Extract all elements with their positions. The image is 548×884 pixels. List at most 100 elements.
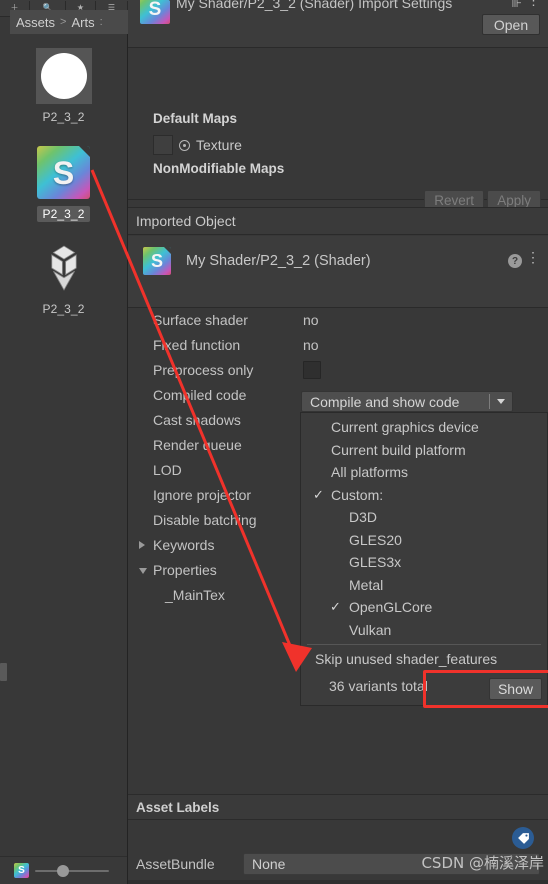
default-maps-section: Default Maps Texture NonModifiable Maps … — [128, 48, 548, 210]
menu-item-label: Current graphics device — [331, 419, 479, 436]
property-child-label: _MainTex — [165, 587, 225, 603]
menu-item-d3d[interactable]: D3D — [301, 506, 547, 529]
menu-item-vulkan[interactable]: Vulkan — [301, 619, 547, 642]
property-label: Preprocess only — [153, 362, 254, 378]
compiled-code-popup-menu[interactable]: Current graphics device Current build pl… — [300, 412, 548, 706]
object-header: S My Shader/P2_3_2 (Shader) ? ⋮ — [128, 236, 548, 308]
shader-file-icon: S — [143, 247, 171, 275]
breadcrumb-root[interactable]: Assets — [16, 15, 55, 30]
table-row: Preprocess only — [128, 359, 548, 384]
menu-item-metal[interactable]: Metal — [301, 574, 547, 597]
chevron-right-icon[interactable] — [139, 541, 145, 549]
menu-item-label: GLES20 — [349, 531, 402, 548]
menu-item-openglcore[interactable]: ✓ OpenGLCore — [301, 596, 547, 619]
property-label: Ignore projector — [153, 487, 252, 503]
importer-header: My Shader/P2_3_2 (Shader) Import Setting… — [128, 0, 548, 48]
menu-item-label: D3D — [349, 509, 378, 526]
menu-item-skip-unused-shader-features[interactable]: Skip unused shader_features — [301, 648, 547, 671]
breadcrumb-trailing: : — [99, 16, 103, 28]
texture-label: Texture — [196, 137, 242, 153]
asset-item-shader[interactable]: S P2_3_2 — [0, 136, 127, 232]
project-footer: S — [0, 856, 127, 884]
menu-item-gles3x[interactable]: GLES3x — [301, 551, 547, 574]
open-button[interactable]: Open — [482, 14, 540, 35]
slider-track — [35, 869, 109, 872]
object-picker-icon[interactable] — [179, 139, 190, 151]
menu-item-gles20[interactable]: GLES20 — [301, 529, 547, 552]
default-texture-row[interactable]: Texture — [153, 135, 242, 155]
object-title: My Shader/P2_3_2 (Shader) — [186, 253, 371, 269]
breadcrumb-child[interactable]: Arts — [71, 15, 94, 30]
shader-s-glyph: S — [150, 251, 163, 271]
property-label: Fixed function — [153, 337, 241, 353]
breadcrumb[interactable]: Assets > Arts : — [10, 10, 128, 34]
asset-label: P2_3_2 — [42, 302, 85, 316]
project-panel: ＋ 🔍 ★ ☰ Assets > Arts : P2_3_2 S P2_3_2 … — [0, 0, 128, 884]
asset-item-material[interactable]: P2_3_2 — [0, 40, 127, 136]
sphere-shape — [40, 53, 87, 99]
property-label: Cast shadows — [153, 412, 241, 428]
property-value: no — [303, 337, 319, 353]
nonmodifiable-maps-heading: NonModifiable Maps — [153, 161, 285, 176]
variants-total-label: 36 variants total — [329, 677, 428, 694]
thumbnail-size-slider[interactable] — [35, 864, 109, 878]
asset-label-selected: P2_3_2 — [36, 206, 91, 222]
checkmark-icon: ✓ — [330, 599, 341, 614]
dropdown-selected-value: Compile and show code — [310, 393, 460, 410]
property-label: Disable batching — [153, 512, 257, 528]
asset-item-prefab[interactable]: P2_3_2 — [0, 232, 127, 328]
kebab-menu-icon[interactable]: ⋮ — [527, 0, 540, 8]
shader-file-icon: S — [37, 146, 90, 199]
default-maps-heading: Default Maps — [153, 111, 238, 126]
slider-handle[interactable] — [57, 864, 69, 877]
menu-item-label: Custom: — [331, 486, 384, 503]
asset-labels-header: Asset Labels — [128, 794, 548, 820]
menu-item-label: Skip unused shader_features — [315, 651, 498, 668]
assetbundle-label: AssetBundle — [136, 856, 215, 872]
checkmark-icon: ✓ — [313, 486, 324, 502]
unity-prefab-icon — [36, 240, 92, 296]
help-icon[interactable]: ? — [508, 254, 522, 268]
asset-grid: P2_3_2 S P2_3_2 P2_3_2 — [0, 36, 127, 852]
asset-thumbnail — [36, 240, 92, 296]
property-label: LOD — [153, 462, 182, 478]
kebab-menu-icon[interactable]: ⋮ — [526, 250, 540, 265]
menu-item-label: OpenGLCore — [349, 599, 433, 616]
table-row: Fixed function no — [128, 334, 548, 359]
lock-icon[interactable]: ⊪ — [512, 0, 522, 10]
texture-preview-swatch[interactable] — [153, 135, 173, 155]
menu-item-all-platforms[interactable]: All platforms — [301, 461, 547, 484]
foldout-label: Keywords — [153, 537, 215, 553]
menu-item-label: Current build platform — [331, 441, 466, 458]
chevron-down-icon[interactable] — [139, 568, 147, 574]
preprocess-only-checkbox[interactable] — [303, 361, 321, 379]
menu-item-label: All platforms — [331, 464, 409, 481]
project-scrollbar-handle[interactable] — [0, 663, 7, 681]
property-value: no — [303, 312, 319, 328]
menu-item-label: Vulkan — [349, 621, 392, 638]
menu-item-current-build-platform[interactable]: Current build platform — [301, 439, 547, 462]
menu-item-label: GLES3x — [349, 554, 402, 571]
material-sphere-icon — [35, 48, 92, 104]
menu-item-custom[interactable]: ✓ Custom: — [301, 484, 547, 507]
asset-thumbnail: S — [36, 144, 92, 200]
property-label: Render queue — [153, 437, 242, 453]
inspector-panel: My Shader/P2_3_2 (Shader) Import Setting… — [128, 0, 548, 884]
shader-s-glyph: S — [148, 0, 162, 20]
property-label: Compiled code — [153, 387, 247, 403]
show-variants-button[interactable]: Show — [488, 678, 542, 700]
assetbundle-value: None — [252, 856, 286, 872]
property-label: Surface shader — [153, 312, 248, 328]
imported-object-header: Imported Object — [128, 207, 548, 235]
menu-item-label: Metal — [349, 576, 384, 593]
asset-thumbnail — [35, 48, 92, 104]
breadcrumb-separator-icon: > — [60, 16, 67, 28]
menu-item-current-graphics-device[interactable]: Current graphics device — [301, 416, 547, 439]
tag-icon[interactable] — [512, 827, 534, 849]
unity-editor-screenshot: ＋ 🔍 ★ ☰ Assets > Arts : P2_3_2 S P2_3_2 … — [0, 0, 548, 884]
table-row: Surface shader no — [128, 309, 548, 334]
watermark: CSDN @楠溪泽岸 — [421, 854, 544, 872]
page-title: My Shader/P2_3_2 (Shader) Import Setting… — [176, 0, 453, 11]
chevron-down-icon[interactable] — [490, 399, 512, 404]
compiled-code-dropdown[interactable]: Compile and show code — [301, 391, 513, 412]
